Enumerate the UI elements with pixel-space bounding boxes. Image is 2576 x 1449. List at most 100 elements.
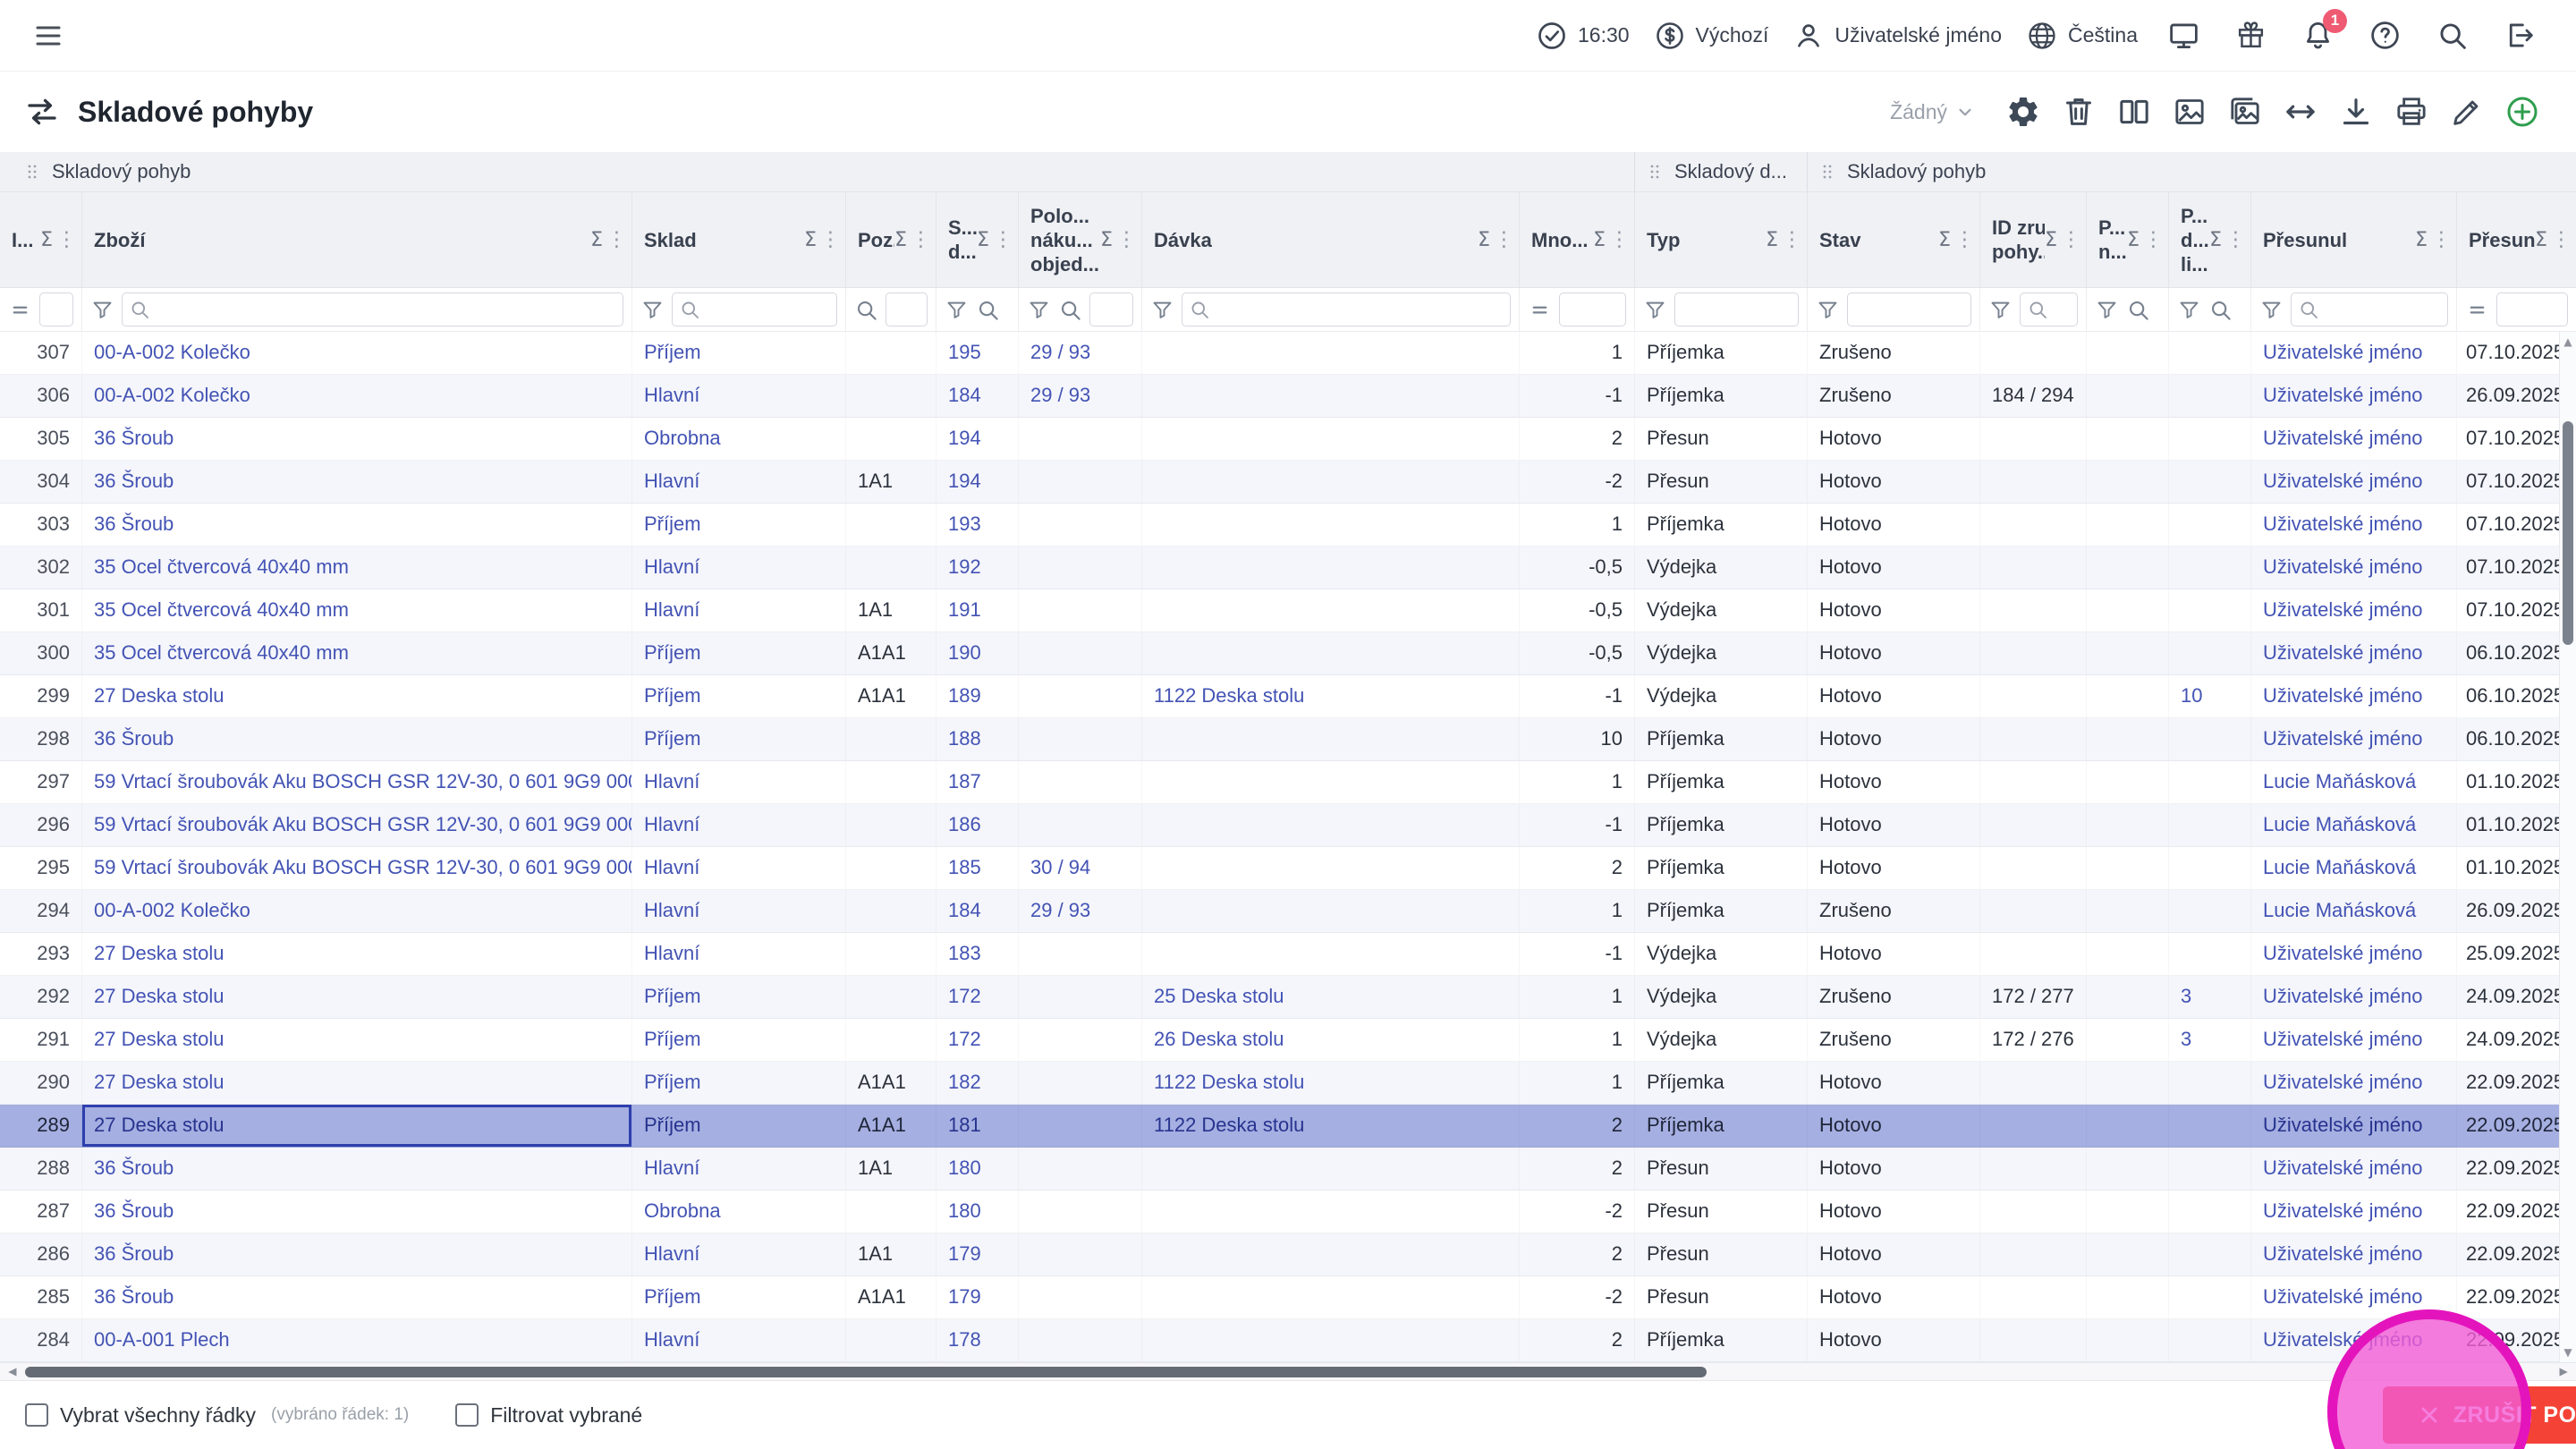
- horizontal-scroll-track[interactable]: [23, 1363, 2553, 1380]
- cell-id-zruseneho-pohybu[interactable]: [1980, 1148, 2087, 1191]
- cell-mnozstvi[interactable]: 1: [1520, 976, 1635, 1019]
- cell-typ[interactable]: Přesun: [1635, 461, 1808, 504]
- cell-skladovy-doklad[interactable]: 178: [936, 1319, 1019, 1362]
- cell-typ[interactable]: Příjemka: [1635, 804, 1808, 847]
- cell-pozice[interactable]: [846, 332, 936, 375]
- cell-mnozstvi[interactable]: 1: [1520, 890, 1635, 933]
- cell-p-n[interactable]: [2087, 1148, 2169, 1191]
- cell-davka[interactable]: [1142, 1148, 1520, 1191]
- cell-p-d-li[interactable]: [2169, 718, 2251, 761]
- cell-id-zruseneho-pohybu[interactable]: [1980, 632, 2087, 675]
- cell-skladovy-doklad[interactable]: 192: [936, 547, 1019, 589]
- cell-p-n[interactable]: [2087, 589, 2169, 632]
- cell-mnozstvi[interactable]: 2: [1520, 847, 1635, 890]
- cell-stav[interactable]: Hotovo: [1808, 1062, 1980, 1105]
- cell-id[interactable]: 299: [0, 675, 82, 718]
- cell-id-zruseneho-pohybu[interactable]: 172 / 276: [1980, 1019, 2087, 1062]
- table-row-286[interactable]: 286 36 Šroub Hlavní 1A1 179 2 Přesun Hotovo Uživ…: [0, 1233, 2576, 1276]
- aggregate-sigma-icon[interactable]: Σ: [590, 229, 603, 251]
- cancel-movements-button[interactable]: ZRUŠIT POHYBY: [2382, 1386, 2576, 1444]
- cell-typ[interactable]: Přesun: [1635, 1276, 1808, 1319]
- cell-polozka-nakupni-objednavky[interactable]: 30 / 94: [1019, 847, 1142, 890]
- column-menu-icon[interactable]: ⋮: [2223, 228, 2246, 251]
- cell-typ[interactable]: Výdejka: [1635, 632, 1808, 675]
- cell-skladovy-doklad[interactable]: 189: [936, 675, 1019, 718]
- cell-presunul[interactable]: Uživatelské jméno: [2251, 547, 2457, 589]
- cell-id-zruseneho-pohybu[interactable]: [1980, 1319, 2087, 1362]
- cell-id[interactable]: 286: [0, 1233, 82, 1276]
- aggregate-sigma-icon[interactable]: Σ: [977, 229, 989, 251]
- cell-id-zruseneho-pohybu[interactable]: [1980, 418, 2087, 461]
- cell-zbozi[interactable]: 36 Šroub: [82, 1276, 632, 1319]
- table-row-284[interactable]: 284 00-A-001 Plech Hlavní 178 2 Příjemka Hotov…: [0, 1319, 2576, 1362]
- cell-typ[interactable]: Příjemka: [1635, 718, 1808, 761]
- cell-pozice[interactable]: 1A1: [846, 589, 936, 632]
- magnifier-filter-icon[interactable]: [2208, 298, 2233, 322]
- filter-input-sklad[interactable]: [705, 293, 830, 326]
- drag-handle-icon[interactable]: [1817, 161, 1838, 182]
- cell-stav[interactable]: Hotovo: [1808, 632, 1980, 675]
- cell-presunul[interactable]: Uživatelské jméno: [2251, 1105, 2457, 1148]
- cell-polozka-nakupni-objednavky[interactable]: [1019, 933, 1142, 976]
- cell-p-d-li[interactable]: 3: [2169, 976, 2251, 1019]
- table-row-304[interactable]: 304 36 Šroub Hlavní 1A1 194 -2 Přesun Hotovo Uži…: [0, 461, 2576, 504]
- cell-sklad[interactable]: Příjem: [632, 976, 846, 1019]
- cell-zbozi[interactable]: 00-A-002 Kolečko: [82, 375, 632, 418]
- equals-filter-icon[interactable]: [1528, 298, 1552, 322]
- cell-id[interactable]: 290: [0, 1062, 82, 1105]
- aggregate-sigma-icon[interactable]: Σ: [2535, 229, 2547, 251]
- cell-pozice[interactable]: [846, 976, 936, 1019]
- horizontal-scroll-thumb[interactable]: [25, 1367, 1707, 1377]
- cell-pozice[interactable]: [846, 847, 936, 890]
- cell-id-zruseneho-pohybu[interactable]: 184 / 294: [1980, 375, 2087, 418]
- funnel-filter-icon[interactable]: [945, 298, 969, 322]
- vertical-scrollbar[interactable]: ▲ ▼: [2559, 332, 2576, 1362]
- cell-davka[interactable]: [1142, 890, 1520, 933]
- cell-p-d-li[interactable]: 10: [2169, 675, 2251, 718]
- cell-sklad[interactable]: Příjem: [632, 1276, 846, 1319]
- cell-id[interactable]: 307: [0, 332, 82, 375]
- aggregate-sigma-icon[interactable]: Σ: [2127, 229, 2140, 251]
- cell-sklad[interactable]: Příjem: [632, 718, 846, 761]
- cell-stav[interactable]: Hotovo: [1808, 504, 1980, 547]
- cell-mnozstvi[interactable]: 1: [1520, 332, 1635, 375]
- cell-typ[interactable]: Příjemka: [1635, 332, 1808, 375]
- cell-presunul[interactable]: Uživatelské jméno: [2251, 1233, 2457, 1276]
- cell-p-n[interactable]: [2087, 933, 2169, 976]
- cell-stav[interactable]: Hotovo: [1808, 1319, 1980, 1362]
- cell-id[interactable]: 301: [0, 589, 82, 632]
- cell-mnozstvi[interactable]: 1: [1520, 504, 1635, 547]
- cell-p-n[interactable]: [2087, 847, 2169, 890]
- table-row-288[interactable]: 288 36 Šroub Hlavní 1A1 180 2 Přesun Hotovo Uživ…: [0, 1148, 2576, 1191]
- filter-input-stav[interactable]: [1847, 292, 1971, 326]
- cell-pozice[interactable]: A1A1: [846, 632, 936, 675]
- cell-id[interactable]: 296: [0, 804, 82, 847]
- cell-skladovy-doklad[interactable]: 182: [936, 1062, 1019, 1105]
- table-row-294[interactable]: 294 00-A-002 Kolečko Hlavní 184 29 / 93 1 Příj…: [0, 890, 2576, 933]
- cell-stav[interactable]: Hotovo: [1808, 547, 1980, 589]
- cell-davka[interactable]: 26 Deska stolu: [1142, 1019, 1520, 1062]
- cell-mnozstvi[interactable]: -0,5: [1520, 632, 1635, 675]
- cell-pozice[interactable]: [846, 1191, 936, 1233]
- cell-mnozstvi[interactable]: -1: [1520, 933, 1635, 976]
- cell-polozka-nakupni-objednavky[interactable]: [1019, 804, 1142, 847]
- cell-typ[interactable]: Příjemka: [1635, 1105, 1808, 1148]
- cell-sklad[interactable]: Příjem: [632, 332, 846, 375]
- vertical-scroll-track[interactable]: [2560, 352, 2576, 1343]
- cell-p-d-li[interactable]: [2169, 632, 2251, 675]
- vertical-scroll-thumb[interactable]: [2563, 421, 2573, 645]
- cell-presunul[interactable]: Lucie Maňásková: [2251, 890, 2457, 933]
- table-row-291[interactable]: 291 27 Deska stolu Příjem 172 26 Deska stolu…: [0, 1019, 2576, 1062]
- cell-p-n[interactable]: [2087, 375, 2169, 418]
- funnel-filter-icon[interactable]: [2259, 298, 2284, 322]
- cell-p-n[interactable]: [2087, 461, 2169, 504]
- drag-handle-icon[interactable]: [1644, 161, 1665, 182]
- cell-polozka-nakupni-objednavky[interactable]: [1019, 1148, 1142, 1191]
- cell-typ[interactable]: Příjemka: [1635, 847, 1808, 890]
- cell-p-d-li[interactable]: [2169, 933, 2251, 976]
- cell-typ[interactable]: Přesun: [1635, 1233, 1808, 1276]
- funnel-filter-icon[interactable]: [1150, 298, 1174, 322]
- cell-davka[interactable]: [1142, 933, 1520, 976]
- cell-p-d-li[interactable]: [2169, 890, 2251, 933]
- cell-presunul[interactable]: Uživatelské jméno: [2251, 332, 2457, 375]
